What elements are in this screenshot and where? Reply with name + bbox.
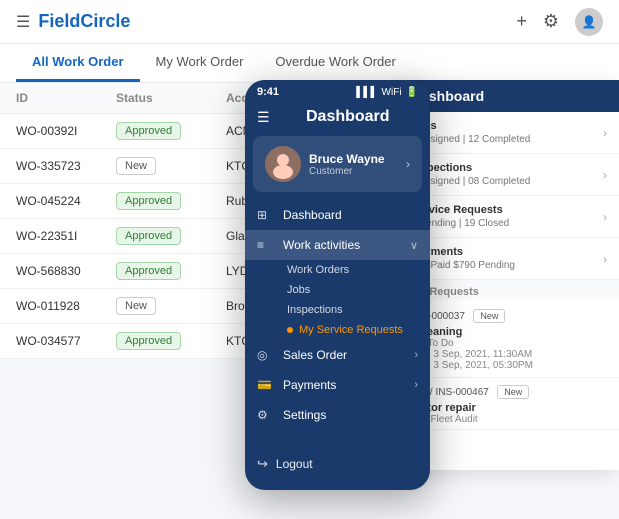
wo-mini-id-badge: WO-000037 New: [411, 306, 607, 324]
ins-mini-id-badge: ons / INS-000467 New: [411, 382, 607, 400]
rp-service-requests-arrow-icon: ›: [603, 210, 607, 224]
menu-label-work-activities: Work activities: [283, 238, 410, 252]
rp-card-inspections[interactable]: Inspections 2 Assigned | 08 Completed ›: [399, 154, 619, 196]
ins-mini-sub: ory: Fleet Audit: [411, 414, 607, 425]
menu-item-payments[interactable]: 💳 Payments ›: [245, 370, 430, 400]
submenu-jobs[interactable]: Jobs: [275, 280, 430, 300]
menu-label-sales-order: Sales Order: [283, 348, 414, 362]
payments-icon: 💳: [257, 378, 275, 392]
tab-bar: All Work Order My Work Order Overdue Wor…: [0, 44, 619, 83]
submenu-inspections[interactable]: Inspections: [275, 300, 430, 320]
ins-mini-badge: New: [497, 385, 529, 399]
work-activities-submenu: Work Orders Jobs Inspections My Service …: [245, 260, 430, 340]
user-name: Bruce Wayne: [309, 152, 406, 166]
payments-arrow-icon: ›: [414, 379, 418, 391]
submenu-my-service-requests[interactable]: My Service Requests: [275, 320, 430, 340]
wo-mini-badge: New: [473, 309, 505, 323]
my-service-requests-label: My Service Requests: [299, 324, 403, 336]
row-status: Approved: [116, 192, 226, 210]
phone-dashboard-title: Dashboard: [278, 108, 418, 126]
row-id: WO-568830: [16, 264, 116, 278]
user-role: Customer: [309, 166, 406, 177]
menu-item-sales-order[interactable]: ◎ Sales Order ›: [245, 340, 430, 370]
rp-payments-arrow-icon: ›: [603, 252, 607, 266]
rp-jobs-arrow-icon: ›: [603, 126, 607, 140]
wo-mini-title: t cleaning: [411, 326, 607, 338]
logout-icon: ↪: [257, 456, 268, 472]
menu-label-payments: Payments: [283, 378, 414, 392]
work-activities-chevron-icon: ∨: [410, 239, 418, 252]
ins-mini-row: ons / INS-000467 New erator repair ory: …: [399, 378, 619, 430]
mobile-menu: ⊞ Dashboard ≡ Work activities ∨ Work Ord…: [245, 196, 430, 434]
rp-section-service-label: ice Requests: [399, 280, 619, 300]
user-info: Bruce Wayne Customer: [309, 152, 406, 177]
tab-overdue-work-order[interactable]: Overdue Work Order: [259, 44, 411, 82]
row-status: Approved: [116, 332, 226, 350]
rp-card-service-requests[interactable]: Service Requests 2 Pending | 19 Closed ›: [399, 196, 619, 238]
brand-name: FieldCircle: [38, 11, 516, 32]
wifi-icon: WiFi: [382, 87, 402, 98]
row-id: WO-011928: [16, 299, 116, 313]
avatar[interactable]: 👤: [575, 8, 603, 36]
row-status: Approved: [116, 262, 226, 280]
settings-icon: ⚙: [257, 408, 275, 422]
sales-order-arrow-icon: ›: [414, 349, 418, 361]
nav-actions: + ⚙ 👤: [516, 8, 603, 36]
phone-status-bar: 9:41 ▌▌▌ WiFi 🔋: [245, 80, 430, 102]
active-indicator-dot: [287, 327, 293, 333]
hamburger-icon[interactable]: ☰: [16, 12, 30, 32]
plus-icon[interactable]: +: [516, 11, 527, 32]
user-profile[interactable]: Bruce Wayne Customer ›: [253, 136, 422, 192]
work-activities-icon: ≡: [257, 238, 275, 252]
right-panel: Dashboard Jobs 6 Assigned | 12 Completed…: [399, 80, 619, 470]
row-id: WO-045224: [16, 194, 116, 208]
dashboard-icon: ⊞: [257, 208, 275, 222]
row-id: WO-00392I: [16, 124, 116, 138]
menu-item-work-activities[interactable]: ≡ Work activities ∨: [245, 230, 430, 260]
submenu-work-orders[interactable]: Work Orders: [275, 260, 430, 280]
rp-header: Dashboard: [399, 80, 619, 112]
user-profile-arrow-icon: ›: [406, 157, 410, 171]
tab-all-work-order[interactable]: All Work Order: [16, 44, 140, 82]
signal-icon: ▌▌▌: [356, 87, 377, 98]
row-id: WO-335723: [16, 159, 116, 173]
phone-hamburger-icon[interactable]: ☰: [257, 109, 270, 126]
wo-mini-sub1: pe: To Do: [411, 338, 607, 349]
rp-card-payments[interactable]: Payments 250 Paid $790 Pending ›: [399, 238, 619, 280]
wo-mini-sub3: Tue, 3 Sep, 2021, 05:30PM: [411, 360, 607, 371]
ins-mini-title: erator repair: [411, 402, 607, 414]
wo-mini-sub2: Tue, 3 Sep, 2021, 11:30AM: [411, 349, 607, 360]
tab-my-work-order[interactable]: My Work Order: [140, 44, 260, 82]
logout-button[interactable]: ↪ Logout: [245, 448, 430, 480]
wo-mini-row: WO-000037 New t cleaning pe: To Do Tue, …: [399, 300, 619, 378]
phone-overlay: 9:41 ▌▌▌ WiFi 🔋 ☰ Dashboard Bruce Wayne …: [245, 80, 430, 490]
phone-header: ☰ Dashboard: [245, 102, 430, 132]
row-status: Approved: [116, 122, 226, 140]
row-id: WO-22351I: [16, 229, 116, 243]
top-navigation: ☰ FieldCircle + ⚙ 👤: [0, 0, 619, 44]
phone-status-icons: ▌▌▌ WiFi 🔋: [356, 87, 418, 98]
rp-inspections-arrow-icon: ›: [603, 168, 607, 182]
phone-time: 9:41: [257, 86, 279, 98]
menu-label-settings: Settings: [283, 408, 418, 422]
sales-order-icon: ◎: [257, 348, 275, 362]
menu-item-settings[interactable]: ⚙ Settings: [245, 400, 430, 430]
menu-label-dashboard: Dashboard: [283, 208, 418, 222]
menu-item-dashboard[interactable]: ⊞ Dashboard: [245, 200, 430, 230]
row-status: Approved: [116, 227, 226, 245]
gear-icon[interactable]: ⚙: [543, 11, 559, 32]
row-status: New: [116, 297, 226, 315]
logout-label: Logout: [276, 457, 313, 471]
user-avatar: [265, 146, 301, 182]
battery-icon: 🔋: [406, 87, 418, 98]
row-id: WO-034577: [16, 334, 116, 348]
rp-card-jobs[interactable]: Jobs 6 Assigned | 12 Completed ›: [399, 112, 619, 154]
row-status: New: [116, 157, 226, 175]
col-header-status: Status: [116, 91, 226, 105]
col-header-id: ID: [16, 91, 116, 105]
